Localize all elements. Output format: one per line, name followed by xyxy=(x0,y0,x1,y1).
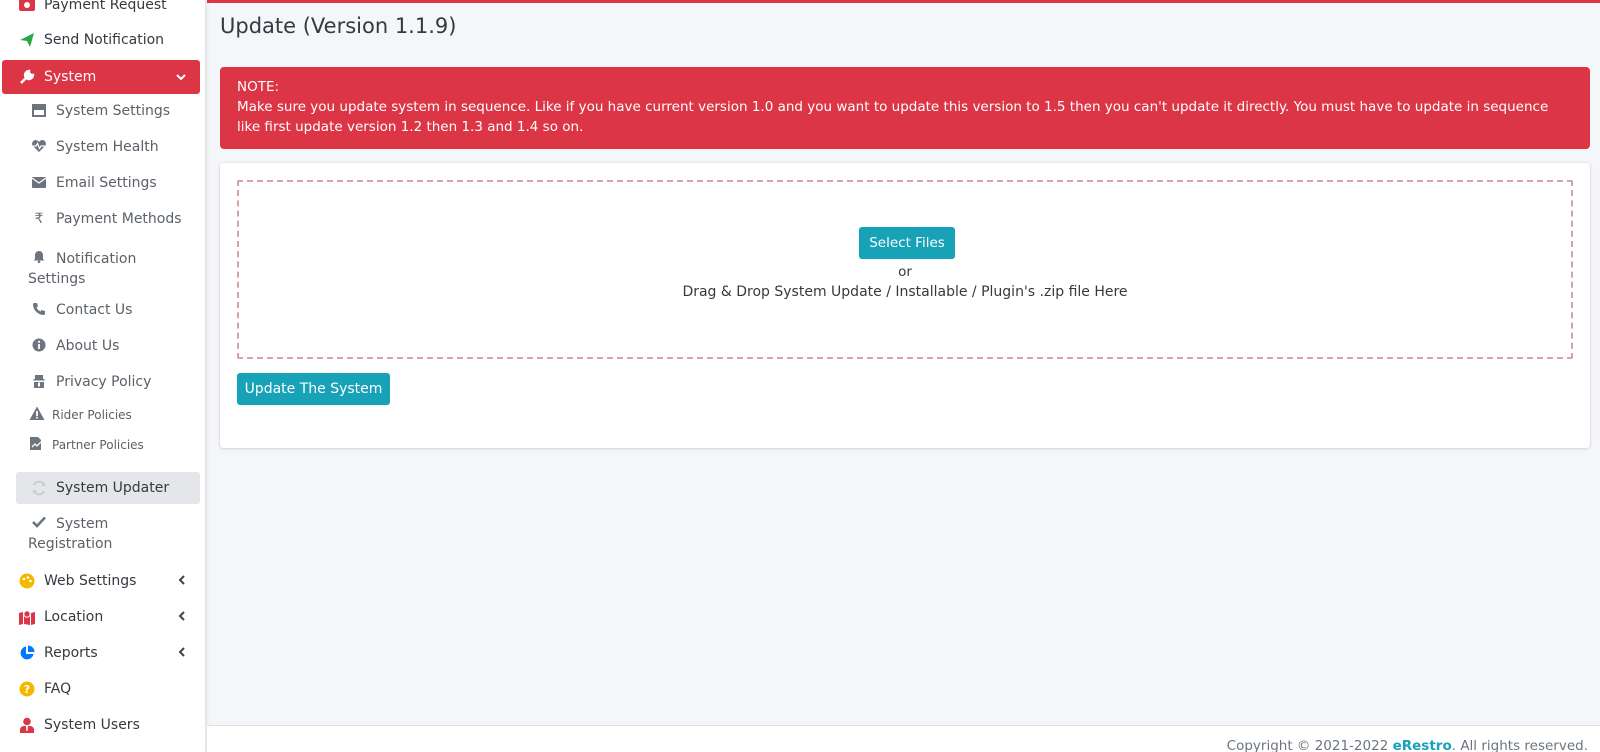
sidebar-item-label: System Updater xyxy=(56,480,170,496)
info-circle-icon xyxy=(30,338,48,352)
svg-text:?: ? xyxy=(24,683,30,696)
sidebar-item-label: System Users xyxy=(44,717,140,733)
phone-icon xyxy=(30,302,48,316)
update-card: Select Files or Drag & Drop System Updat… xyxy=(220,163,1590,448)
user-tie-icon xyxy=(18,716,36,734)
question-circle-icon: ? xyxy=(18,680,36,698)
sidebar-item-about-us[interactable]: About Us xyxy=(16,338,200,360)
alert-heading: NOTE: xyxy=(237,79,280,95)
check-icon xyxy=(30,516,48,528)
sidebar-item-partner-policies[interactable]: Partner Policies xyxy=(16,436,200,458)
file-signature-icon xyxy=(28,436,46,451)
dropzone-instructions: Drag & Drop System Update / Installable … xyxy=(682,284,1128,300)
sidebar-item-label: Web Settings xyxy=(44,573,137,589)
sidebar-item-payment-request[interactable]: Payment Request xyxy=(2,0,200,16)
sidebar-item-reports[interactable]: Reports xyxy=(2,642,200,664)
dropzone-or-text: or xyxy=(898,264,912,280)
sidebar-item-label: Rider Policies xyxy=(52,408,132,422)
sidebar-item-faq[interactable]: ? FAQ xyxy=(2,678,200,700)
file-dropzone[interactable]: Select Files or Drag & Drop System Updat… xyxy=(237,180,1573,359)
mail-settings-icon xyxy=(30,175,48,189)
heartbeat-icon xyxy=(30,139,48,153)
top-accent-line xyxy=(207,0,1600,3)
sidebar-item-label: Partner Policies xyxy=(52,438,144,452)
chevron-left-icon xyxy=(178,574,186,588)
sidebar-item-label: System Health xyxy=(56,139,159,155)
store-icon xyxy=(30,103,48,117)
sidebar-item-system-updater[interactable]: System Updater xyxy=(16,472,200,504)
rights-text: . All rights reserved. xyxy=(1451,738,1588,752)
alert-message: Make sure you update system in sequence.… xyxy=(237,99,1549,135)
chevron-left-icon xyxy=(178,646,186,660)
footer: Copyright © 2021-2022 eRestro. All right… xyxy=(207,725,1600,752)
map-marked-icon xyxy=(18,608,36,626)
note-alert: NOTE: Make sure you update system in seq… xyxy=(220,67,1590,149)
chevron-left-icon xyxy=(178,610,186,624)
chevron-down-icon xyxy=(176,70,186,84)
warning-icon xyxy=(28,406,46,421)
money-icon xyxy=(18,0,36,14)
sidebar-item-system-health[interactable]: System Health xyxy=(16,139,200,161)
sidebar-item-label: Email Settings xyxy=(56,175,157,191)
footer-copyright: Copyright © 2021-2022 eRestro. All right… xyxy=(1227,738,1588,752)
sidebar-item-system-users[interactable]: System Users xyxy=(2,714,200,736)
sidebar-item-system-registration[interactable]: System Registration xyxy=(16,514,200,556)
copyright-text: Copyright © 2021-2022 xyxy=(1226,738,1393,752)
sidebar-item-privacy-policy[interactable]: Privacy Policy xyxy=(16,374,200,396)
sidebar-item-payment-methods[interactable]: ₹ Payment Methods xyxy=(16,211,200,233)
user-secret-icon xyxy=(30,374,48,388)
sidebar-item-contact-us[interactable]: Contact Us xyxy=(16,302,200,324)
sidebar-item-label: Reports xyxy=(44,645,98,661)
sidebar-item-label: System Settings xyxy=(56,103,171,119)
palette-icon xyxy=(18,572,36,590)
sidebar-item-notification-settings[interactable]: Notification Settings xyxy=(16,249,200,291)
sidebar-item-system[interactable]: System xyxy=(2,60,200,94)
wrench-icon xyxy=(18,68,36,86)
sidebar-item-label: About Us xyxy=(56,338,120,354)
sidebar-item-rider-policies[interactable]: Rider Policies xyxy=(16,406,200,428)
sidebar-item-label: System xyxy=(44,69,97,85)
sidebar: Payment Request Send Notification System… xyxy=(0,0,206,752)
sidebar-item-label-line2: Settings xyxy=(28,271,86,287)
sidebar-item-system-settings[interactable]: System Settings xyxy=(16,103,200,125)
sidebar-item-label-line2: Registration xyxy=(28,536,113,552)
sidebar-item-location[interactable]: Location xyxy=(2,606,200,628)
update-system-button[interactable]: Update The System xyxy=(237,373,390,405)
sidebar-item-label: Notification xyxy=(56,251,137,267)
rupee-icon: ₹ xyxy=(34,211,44,227)
sidebar-item-label: Location xyxy=(44,609,104,625)
select-files-button[interactable]: Select Files xyxy=(859,227,955,259)
sidebar-item-label: Payment Methods xyxy=(56,211,182,227)
sidebar-item-label: System xyxy=(56,516,109,532)
sync-icon xyxy=(30,480,48,496)
sidebar-item-label: Send Notification xyxy=(44,32,165,48)
sidebar-item-email-settings[interactable]: Email Settings xyxy=(16,175,200,197)
brand-link[interactable]: eRestro xyxy=(1393,738,1452,752)
pie-chart-icon xyxy=(18,644,36,662)
sidebar-item-label: FAQ xyxy=(44,681,72,697)
sidebar-item-label: Privacy Policy xyxy=(56,374,152,390)
paper-plane-icon xyxy=(18,31,36,49)
sidebar-item-send-notification[interactable]: Send Notification xyxy=(2,29,200,51)
sidebar-item-label: Payment Request xyxy=(44,0,167,13)
sidebar-item-web-settings[interactable]: Web Settings xyxy=(2,570,200,592)
bell-icon xyxy=(30,249,48,263)
sidebar-item-label: Contact Us xyxy=(56,302,133,318)
page-title: Update (Version 1.1.9) xyxy=(220,14,457,38)
